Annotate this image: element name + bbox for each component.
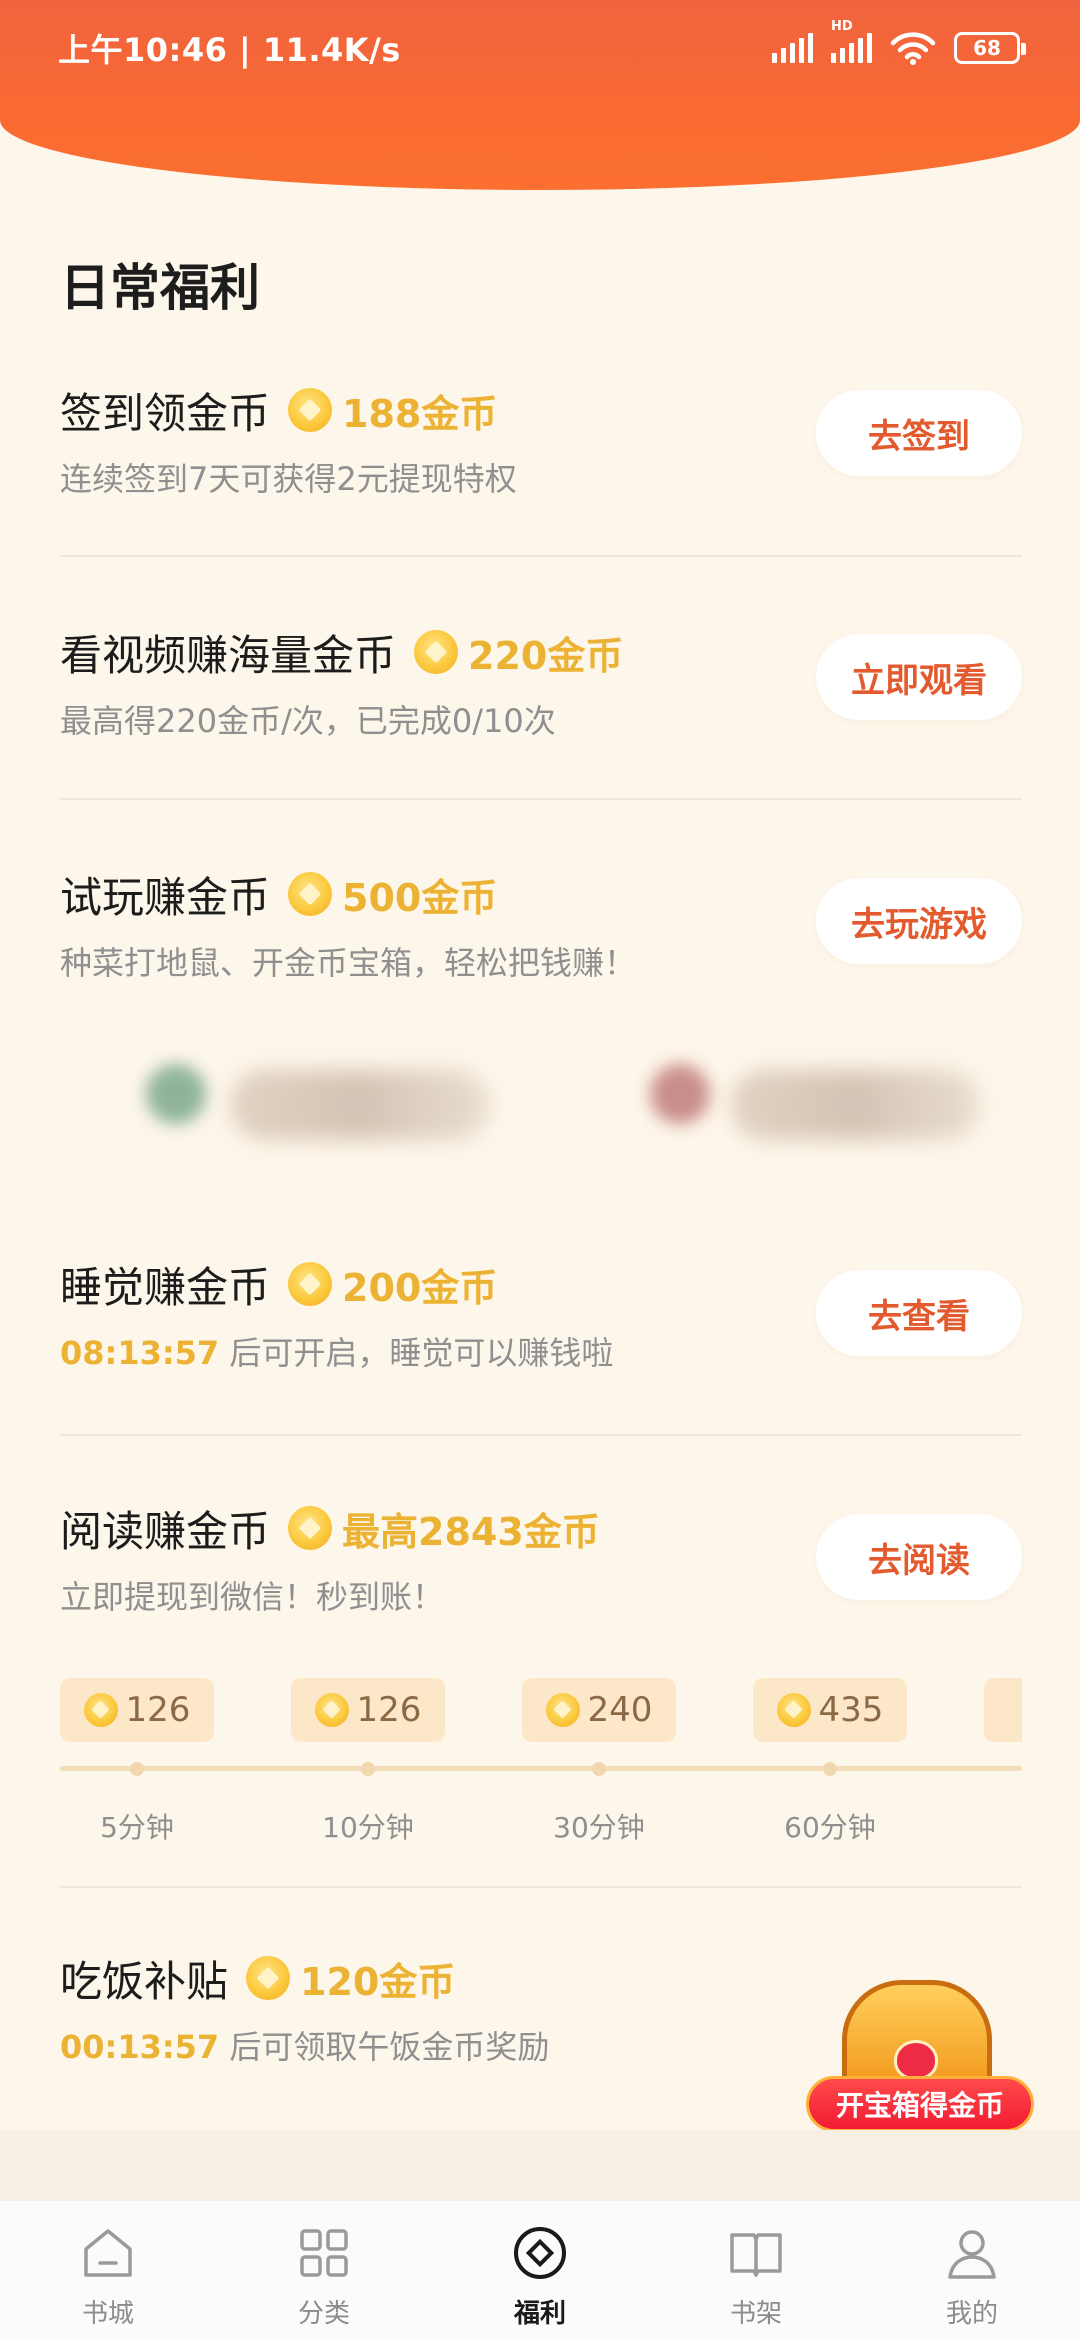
status-bar: 上午10:46 | 11.4K/s HD 68 [0,0,1080,96]
blurred-game-ads[interactable] [60,1040,1022,1150]
progress-dot [823,1762,837,1776]
task-title: 阅读赚金币 [60,1506,271,1556]
coin-icon [288,872,333,916]
task-desc-text: 后可开启，睡觉可以赚钱啦 [229,1334,614,1372]
divider [60,1886,1022,1888]
countdown-timer: 00:13:57 [60,2028,220,2066]
task-signin: 签到领金币 188金币 连续签到7天可获得2元提现特权 去签到 [60,380,1022,500]
open-treasure-button[interactable]: 开宝箱得金币 [806,2076,1034,2132]
task-reward: 最高2843金币 [342,1509,600,1554]
home-icon [84,2229,132,2277]
progress-reward: 240 [522,1678,676,1742]
task-reading: 阅读赚金币 最高2843金币 立即提现到微信！秒到账！ 去阅读 [60,1498,1022,1618]
signin-button[interactable]: 去签到 [816,390,1022,476]
progress-dot [361,1762,375,1776]
signal-icon [772,33,813,63]
progress-label: 10分钟 [322,1811,414,1844]
network-type: HD [831,19,853,34]
task-title: 签到领金币 [60,388,271,438]
bottom-nav: 书城 分类 福利 书架 我的 [0,2200,1080,2340]
ad-game-text [230,1070,490,1140]
coin-icon [83,1693,118,1727]
play-games-button[interactable]: 去玩游戏 [816,878,1022,964]
nav-label: 书架 [729,2299,782,2329]
nav-label: 福利 [513,2299,566,2329]
coin-icon [776,1693,811,1727]
progress-coins: 126 [125,1690,191,1730]
progress-label: 60分钟 [784,1811,876,1844]
welfare-icon [514,2227,566,2279]
progress-reward: 126 [291,1678,445,1742]
task-games: 试玩赚金币 500金币 种菜打地鼠、开金币宝箱，轻松把钱赚！ 去玩游戏 [60,864,1022,984]
coin-icon [314,1693,349,1727]
book-icon [730,2233,782,2277]
status-time: 上午10:46 | 11.4K/s [58,31,401,69]
nav-profile[interactable]: 我的 [864,2201,1080,2340]
countdown-timer: 08:13:57 [60,1334,220,1372]
heart-lock-icon [894,2040,938,2080]
divider [60,555,1022,557]
treasure-chest-widget[interactable]: 开宝箱得金币 [806,1940,1034,2140]
progress-dot [592,1762,606,1776]
coin-icon [288,1506,333,1550]
task-reward: 220金币 [468,633,624,678]
progress-dot [130,1762,144,1776]
nav-label: 书城 [81,2299,134,2329]
task-reward: 188金币 [342,391,498,436]
view-sleep-button[interactable]: 去查看 [816,1270,1022,1356]
nav-welfare[interactable]: 福利 [432,2201,648,2340]
nav-label: 分类 [297,2299,350,2329]
progress-reward [984,1678,1022,1742]
read-button[interactable]: 去阅读 [816,1514,1022,1600]
progress-coins: 126 [356,1690,422,1730]
status-icons: HD 68 [772,19,1026,65]
progress-line [60,1766,1022,1771]
ad-game-icon [146,1064,206,1124]
progress-label: 5分钟 [100,1811,174,1844]
task-reward: 500金币 [342,875,498,920]
content-bottom-spacer [0,2130,1080,2200]
coin-icon [414,630,459,674]
task-title: 试玩赚金币 [60,872,271,922]
wifi-icon [890,32,936,65]
task-title: 睡觉赚金币 [60,1262,271,1312]
progress-label: 12 [981,1806,1022,1839]
battery-level: 68 [973,36,1001,60]
watch-video-button[interactable]: 立即观看 [816,634,1022,720]
progress-coins: 435 [818,1690,884,1730]
coin-icon [288,1262,333,1306]
ad-game-icon [650,1064,710,1124]
divider [60,798,1022,800]
task-sleep: 睡觉赚金币 200金币 08:13:57 后可开启，睡觉可以赚钱啦 去查看 [60,1254,1022,1374]
hd-signal-icon: HD [831,19,872,63]
user-icon [948,2230,996,2279]
nav-category[interactable]: 分类 [216,2201,432,2340]
nav-bookstore[interactable]: 书城 [0,2201,216,2340]
task-reward: 200金币 [342,1265,498,1310]
task-title: 看视频赚海量金币 [60,630,397,680]
task-desc-text: 后可领取午饭金币奖励 [229,2028,550,2066]
progress-reward: 435 [753,1678,907,1742]
nav-bookshelf[interactable]: 书架 [648,2201,864,2340]
progress-label: 30分钟 [553,1811,645,1844]
coin-icon [246,1956,291,2000]
coin-icon [288,388,333,432]
reading-progress: 126 126 240 435 5分钟 10分钟 30分钟 60分钟 12 [60,1678,1022,1848]
welfare-page: 上午10:46 | 11.4K/s HD 68 日常福利 签到领金币 188金币… [0,0,1080,2340]
divider [60,1434,1022,1436]
task-reward: 120金币 [300,1959,456,2004]
grid-icon [300,2229,348,2277]
battery-icon: 68 [954,32,1026,64]
ad-game-text [730,1070,980,1140]
section-title: 日常福利 [60,259,260,317]
progress-reward: 126 [60,1678,214,1742]
task-video: 看视频赚海量金币 220金币 最高得220金币/次，已完成0/10次 立即观看 [60,622,1022,742]
progress-coins: 240 [587,1690,653,1730]
task-title: 吃饭补贴 [60,1956,229,2006]
coin-icon [545,1693,580,1727]
nav-label: 我的 [945,2299,998,2329]
